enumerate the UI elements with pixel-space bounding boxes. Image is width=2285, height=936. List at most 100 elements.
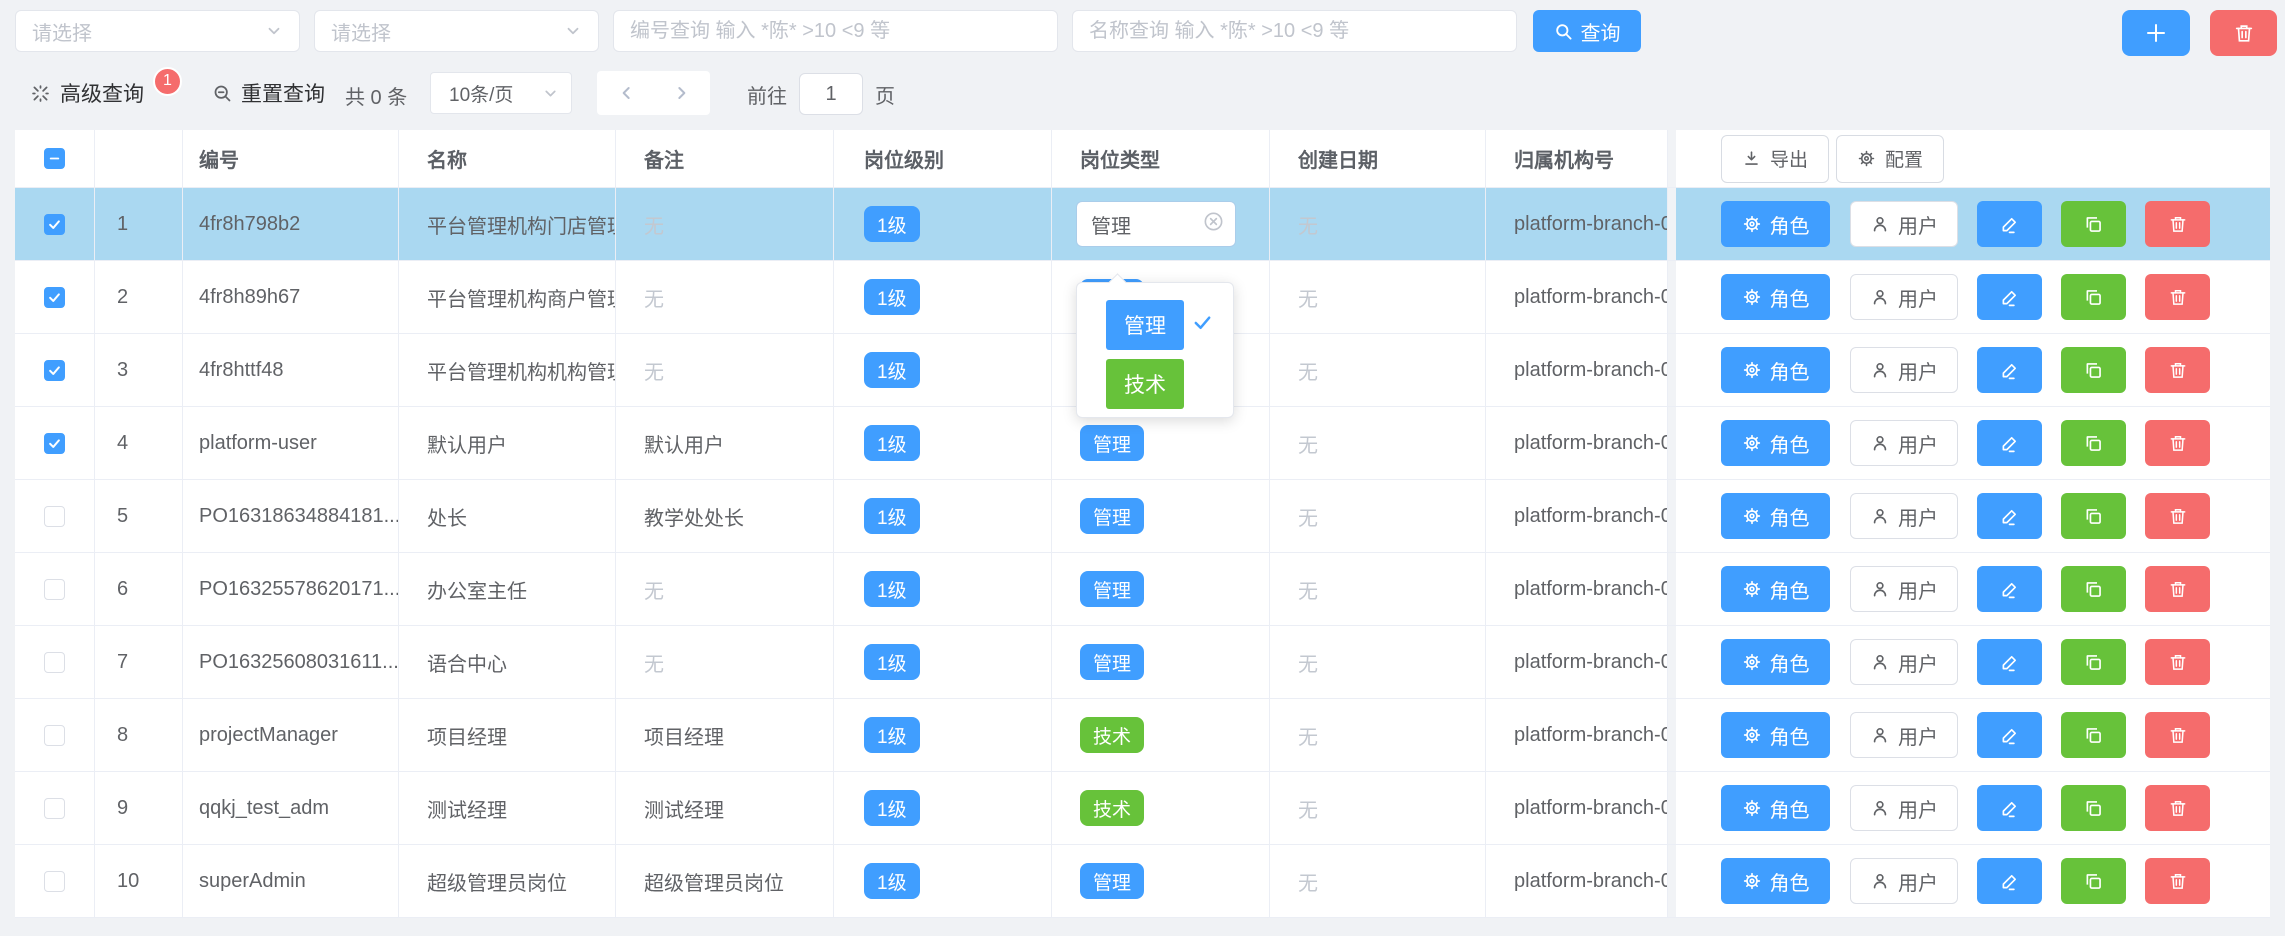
copy-button[interactable]	[2061, 566, 2126, 612]
edit-button[interactable]	[1977, 858, 2042, 904]
delete-button[interactable]	[2145, 493, 2210, 539]
header-name: 名称	[399, 130, 616, 187]
row-checkbox[interactable]	[44, 871, 65, 892]
role-button[interactable]: 角色	[1721, 785, 1830, 831]
row-checkbox[interactable]	[44, 287, 65, 308]
user-button[interactable]: 用户	[1850, 347, 1958, 393]
edit-icon	[1999, 652, 2020, 673]
clear-icon[interactable]	[1202, 210, 1225, 233]
fixed-column-divider	[1668, 699, 1676, 771]
role-button[interactable]: 角色	[1721, 420, 1830, 466]
filter-select-1[interactable]: 请选择	[15, 10, 300, 52]
copy-button[interactable]	[2061, 420, 2126, 466]
type-badge: 技术	[1080, 717, 1144, 753]
user-button[interactable]: 用户	[1850, 201, 1958, 247]
select-all-checkbox[interactable]	[44, 148, 65, 169]
clear-icon-wrap[interactable]	[1202, 210, 1225, 239]
row-checkbox[interactable]	[44, 652, 65, 673]
row-name: 平台管理机构商户管理员	[399, 261, 616, 333]
download-icon	[1742, 149, 1761, 168]
code-search-input[interactable]	[630, 20, 1041, 43]
copy-button[interactable]	[2061, 639, 2126, 685]
user-button[interactable]: 用户	[1850, 566, 1958, 612]
role-button[interactable]: 角色	[1721, 639, 1830, 685]
edit-button[interactable]	[1977, 639, 2042, 685]
name-search-input[interactable]	[1089, 20, 1500, 43]
search-button[interactable]: 查询	[1533, 10, 1641, 52]
copy-button[interactable]	[2061, 201, 2126, 247]
copy-button[interactable]	[2061, 785, 2126, 831]
next-page-button[interactable]	[671, 83, 691, 103]
row-checkbox[interactable]	[44, 360, 65, 381]
delete-button[interactable]	[2145, 712, 2210, 758]
copy-button[interactable]	[2061, 493, 2126, 539]
row-org: platform-branch-001 ...	[1486, 480, 1668, 552]
user-button[interactable]: 用户	[1850, 420, 1958, 466]
delete-button[interactable]	[2145, 347, 2210, 393]
role-button[interactable]: 角色	[1721, 712, 1830, 758]
delete-button[interactable]	[2145, 566, 2210, 612]
role-button[interactable]: 角色	[1721, 858, 1830, 904]
row-checkbox[interactable]	[44, 214, 65, 235]
delete-button[interactable]	[2145, 420, 2210, 466]
edit-button[interactable]	[1977, 201, 2042, 247]
export-button[interactable]: 导出	[1721, 135, 1829, 183]
edit-button[interactable]	[1977, 420, 2042, 466]
row-checkbox[interactable]	[44, 433, 65, 454]
page-size-select[interactable]: 10条/页	[430, 72, 572, 114]
row-code: PO16325578620171...	[183, 553, 399, 625]
delete-selected-button[interactable]	[2210, 10, 2277, 56]
row-checkbox[interactable]	[44, 798, 65, 819]
user-button[interactable]: 用户	[1850, 785, 1958, 831]
trash-icon	[2168, 871, 2188, 891]
delete-button[interactable]	[2145, 274, 2210, 320]
edit-button[interactable]	[1977, 566, 2042, 612]
copy-button[interactable]	[2061, 347, 2126, 393]
edit-button[interactable]	[1977, 347, 2042, 393]
edit-button[interactable]	[1977, 785, 2042, 831]
copy-button[interactable]	[2061, 858, 2126, 904]
edit-button[interactable]	[1977, 712, 2042, 758]
role-button[interactable]: 角色	[1721, 201, 1830, 247]
goto-page-input[interactable]	[799, 73, 863, 115]
level-badge: 1级	[864, 206, 920, 242]
add-button[interactable]	[2122, 10, 2190, 56]
prev-page-button[interactable]	[617, 83, 637, 103]
role-button[interactable]: 角色	[1721, 493, 1830, 539]
copy-button[interactable]	[2061, 274, 2126, 320]
row-select-cell	[15, 188, 95, 260]
delete-button[interactable]	[2145, 858, 2210, 904]
row-checkbox[interactable]	[44, 725, 65, 746]
row-checkbox[interactable]	[44, 506, 65, 527]
delete-button[interactable]	[2145, 639, 2210, 685]
delete-button[interactable]	[2145, 785, 2210, 831]
user-button[interactable]: 用户	[1850, 712, 1958, 758]
row-level: 1级	[834, 699, 1052, 771]
advanced-search-button[interactable]: 高级查询 1	[30, 78, 182, 108]
user-button[interactable]: 用户	[1850, 858, 1958, 904]
person-icon	[1870, 433, 1890, 453]
role-button[interactable]: 角色	[1721, 566, 1830, 612]
delete-button[interactable]	[2145, 201, 2210, 247]
user-button[interactable]: 用户	[1850, 274, 1958, 320]
reset-search-button[interactable]: 重置查询	[212, 78, 325, 108]
row-checkbox[interactable]	[44, 579, 65, 600]
config-button[interactable]: 配置	[1836, 135, 1944, 183]
row-type: 管理	[1052, 480, 1270, 552]
user-button[interactable]: 用户	[1850, 493, 1958, 539]
dropdown-option[interactable]: 管理	[1106, 300, 1184, 350]
edit-button[interactable]	[1977, 274, 2042, 320]
trash-icon	[2168, 433, 2188, 453]
dropdown-option[interactable]: 技术	[1106, 359, 1184, 409]
role-button[interactable]: 角色	[1721, 347, 1830, 393]
role-button[interactable]: 角色	[1721, 274, 1830, 320]
edit-button[interactable]	[1977, 493, 2042, 539]
chevron-right-icon	[671, 83, 691, 103]
person-icon	[1870, 725, 1890, 745]
edit-icon	[1999, 214, 2020, 235]
filter-select-2[interactable]: 请选择	[314, 10, 599, 52]
person-icon	[1870, 579, 1890, 599]
user-button[interactable]: 用户	[1850, 639, 1958, 685]
copy-button[interactable]	[2061, 712, 2126, 758]
type-editor-input[interactable]: 管理	[1076, 201, 1236, 247]
